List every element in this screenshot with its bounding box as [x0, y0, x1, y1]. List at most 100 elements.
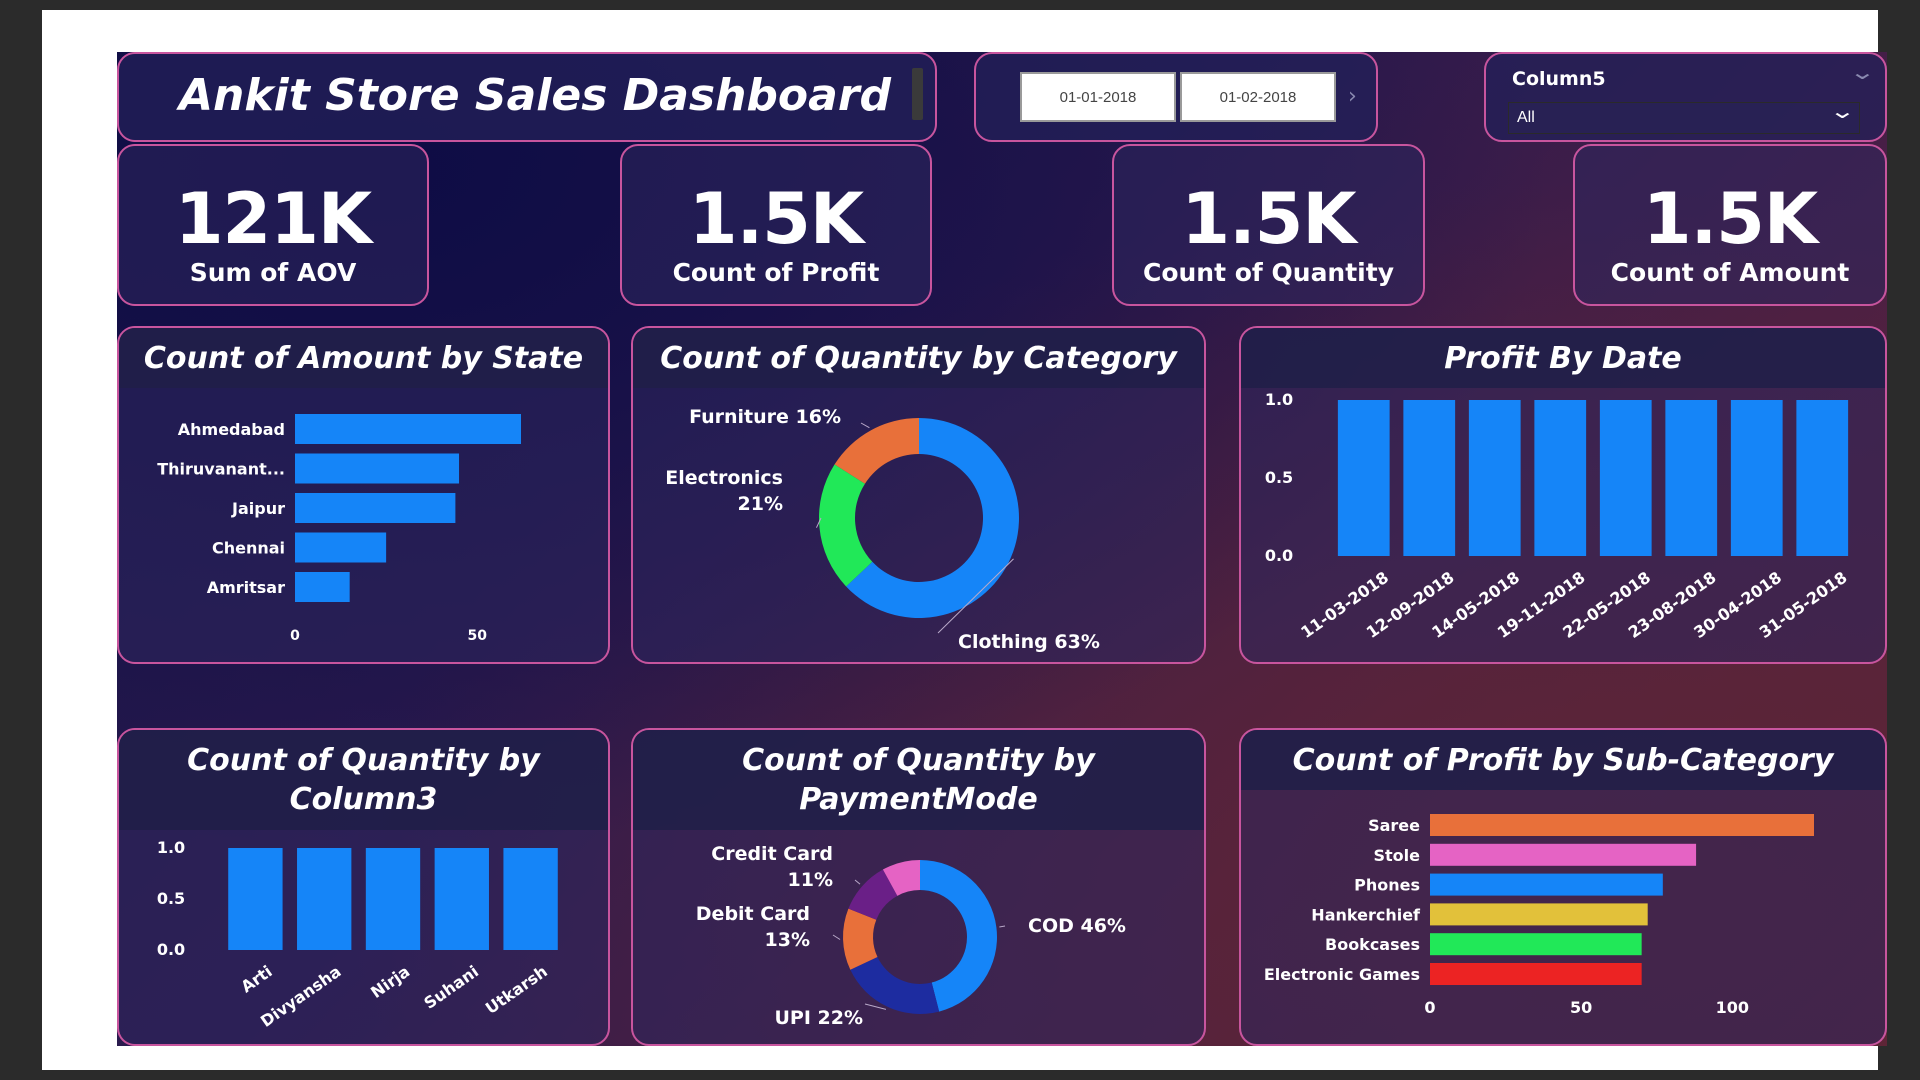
bar: [1430, 814, 1814, 836]
bar: [1430, 903, 1648, 926]
bar: [1599, 400, 1652, 556]
bar: [1430, 963, 1642, 985]
title-scrollbar[interactable]: [912, 68, 923, 120]
payment-donut-chart: COD 46% UPI 22% Debit Card 13% Credit Card 11…: [696, 843, 1126, 1029]
category-label: Bookcases: [1325, 935, 1420, 954]
slice-label: 13%: [765, 929, 810, 951]
kpi-value: 1.5K: [1642, 178, 1818, 260]
x-tick-label: Suhani: [420, 962, 482, 1013]
y-tick-label: 0.0: [1265, 546, 1293, 565]
bar: [1430, 873, 1663, 896]
date-bar-chart: 1.00.50.011-03-201812-09-201814-05-20181…: [1265, 390, 1851, 642]
slicer-value: All: [1517, 109, 1535, 126]
bar: [1430, 933, 1642, 956]
chevron-down-icon: ⌄: [1829, 99, 1857, 123]
category-label: Electronic Games: [1264, 965, 1420, 984]
slice-label: 21%: [738, 493, 783, 515]
chevron-right-icon[interactable]: ›: [1348, 84, 1357, 109]
bar: [365, 848, 421, 950]
leader-line: [999, 925, 1006, 928]
kpi-label: Sum of AOV: [189, 258, 357, 287]
chevron-down-icon[interactable]: ⌄: [1849, 60, 1876, 84]
state-chart-panel: Count of Amount by State Ahmedabad Thiruv…: [117, 326, 610, 664]
slice-label: Furniture 16%: [689, 406, 841, 428]
bar: [503, 848, 558, 950]
y-tick-label: 1.0: [157, 838, 185, 857]
slicer-label: Column5: [1512, 68, 1606, 90]
title-panel: Ankit Store Sales Dashboard: [117, 52, 937, 142]
end-date-input[interactable]: 01-02-2018: [1180, 72, 1336, 122]
kpi-label: Count of Amount: [1610, 258, 1850, 287]
kpi-card-profit: 1.5K Count of Profit: [620, 144, 932, 306]
leader-line: [860, 422, 870, 429]
bar: [295, 453, 460, 484]
subcategory-bar-chart: Saree Stole Phones Hankerchief Bookcases Elec…: [1264, 814, 1814, 1017]
kpi-card-aov: 121K Sum of AOV: [117, 144, 429, 306]
kpi-card-quantity: 1.5K Count of Quantity: [1112, 144, 1425, 306]
bar: [1403, 400, 1456, 556]
start-date-input[interactable]: 01-01-2018: [1020, 72, 1176, 122]
date-chart-panel: Profit By Date 1.0 0.5 0.0 11-03-2018 12-09-…: [1239, 326, 1887, 664]
x-tick-label: Utkarsh: [482, 962, 551, 1018]
category-label: Jaipur: [231, 499, 285, 518]
column3-chart-panel: Count of Quantity by Column3 1.0 0.5 0.0 Ar…: [117, 728, 610, 1046]
x-tick-label: 50: [1570, 998, 1592, 1017]
x-tick-label: 50: [468, 628, 488, 644]
slicer-select[interactable]: All ⌄: [1508, 99, 1860, 134]
kpi-card-amount: 1.5K Count of Amount: [1573, 144, 1887, 306]
bar: [297, 848, 352, 950]
slice-label: Electronics: [665, 467, 783, 489]
category-label: Chennai: [212, 539, 285, 558]
y-tick-label: 0.5: [1265, 468, 1293, 487]
bar: [1468, 400, 1521, 556]
payment-chart-panel: Count of Quantity by PaymentMode COD 46%…: [631, 728, 1206, 1046]
category-donut-chart: Clothing 63% Electronics 21% Furniture 16%: [665, 406, 1100, 653]
category-label: Hankerchief: [1311, 905, 1421, 924]
slice-label: Credit Card: [711, 843, 833, 865]
screenshot-frame: Ankit Store Sales Dashboard 01-01-2018 0…: [42, 10, 1887, 1070]
y-tick-label: 1.0: [1265, 390, 1293, 409]
column5-slicer: Column5 ⌄ All ⌄: [1484, 52, 1887, 142]
x-tick-label: Nirja: [367, 962, 413, 1002]
bar: [295, 532, 387, 563]
bar: [1430, 843, 1697, 866]
leader-line: [832, 934, 841, 940]
slice-label: Debit Card: [696, 903, 810, 925]
category-label: Thiruvanant...: [157, 460, 285, 479]
bar: [1337, 400, 1390, 556]
bar: [295, 572, 350, 602]
bar: [295, 414, 521, 444]
bar: [228, 848, 283, 950]
category-label: Stole: [1374, 846, 1421, 865]
category-label: Phones: [1354, 876, 1420, 895]
category-label: Amritsar: [207, 578, 285, 597]
category-chart-panel: Count of Quantity by Category Clothing 6…: [631, 326, 1206, 664]
x-tick-label: Arti: [237, 962, 275, 997]
bar: [1665, 400, 1718, 556]
x-tick-label: 0: [1424, 998, 1435, 1017]
kpi-value: 1.5K: [1181, 178, 1356, 260]
bar: [434, 848, 489, 950]
bar: [1730, 400, 1783, 556]
category-label: Ahmedabad: [178, 420, 285, 439]
slice-label: UPI 22%: [774, 1007, 863, 1029]
slice-label: 11%: [788, 869, 833, 891]
category-label: Saree: [1368, 816, 1420, 835]
x-tick-label: 100: [1716, 998, 1749, 1017]
slice-label: COD 46%: [1028, 915, 1126, 937]
subcategory-chart-panel: Count of Profit by Sub-Category Saree Sto…: [1239, 728, 1887, 1046]
bar: [1534, 400, 1587, 556]
bar: [1796, 400, 1849, 556]
dashboard-canvas: Ankit Store Sales Dashboard 01-01-2018 0…: [117, 52, 1887, 1046]
y-tick-label: 0.0: [157, 940, 185, 959]
bar: [295, 493, 456, 523]
dashboard-title: Ankit Store Sales Dashboard: [179, 70, 892, 121]
leader-line: [864, 1003, 887, 1010]
slice-label: Clothing 63%: [958, 631, 1100, 653]
kpi-value: 121K: [174, 178, 372, 260]
kpi-label: Count of Quantity: [1142, 258, 1394, 287]
x-tick-label: 0: [290, 628, 300, 644]
leader-line: [854, 879, 861, 885]
date-filter-panel: 01-01-2018 01-02-2018 ›: [974, 52, 1378, 142]
y-tick-label: 0.5: [157, 889, 185, 908]
